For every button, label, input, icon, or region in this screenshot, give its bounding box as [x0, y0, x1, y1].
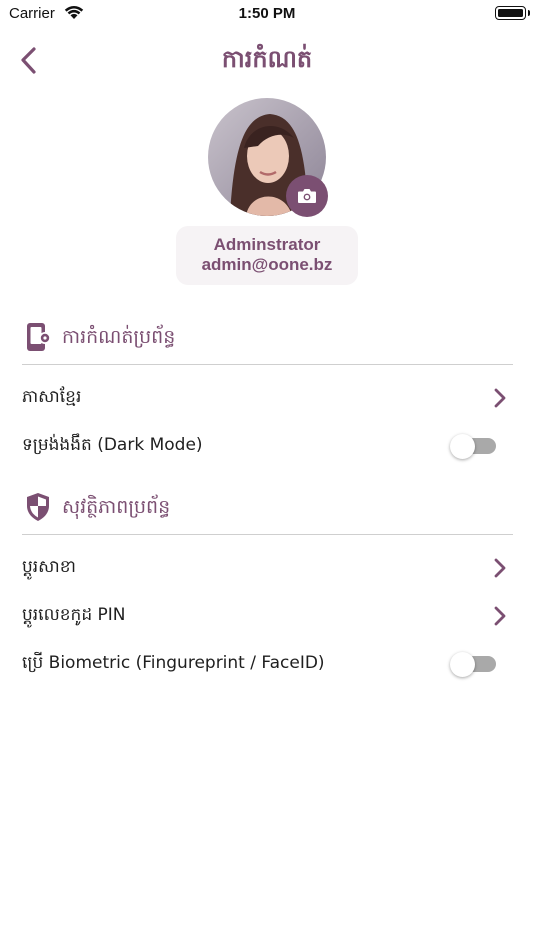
profile-name: Adminstrator	[213, 235, 321, 254]
dark-mode-row: ទម្រង់ងងឹត (Dark Mode)	[22, 426, 513, 466]
section-title: សុវត្ថិភាពប្រព័ន្ធ	[62, 496, 171, 518]
row-label: ប្តូរសាខា	[22, 557, 76, 577]
row-label: ទម្រង់ងងឹត (Dark Mode)	[22, 435, 203, 455]
navigation-bar: ការកំណត់	[0, 36, 534, 86]
biometric-row: ប្រើ Biometric (Fingureprint / FaceID)	[22, 644, 513, 684]
section-title: ការកំណត់ប្រព័ន្ធ	[62, 326, 176, 348]
section-header-system-settings: ការកំណត់ប្រព័ន្ធ	[22, 321, 513, 365]
profile-card: Adminstrator admin@oone.bz	[176, 226, 358, 285]
status-bar: Carrier 1:50 PM	[0, 0, 534, 28]
biometric-toggle[interactable]	[450, 652, 496, 677]
shield-icon	[27, 493, 49, 521]
chevron-right-icon	[494, 558, 506, 578]
battery-icon	[495, 6, 530, 20]
camera-icon	[298, 189, 316, 203]
profile-email: admin@oone.bz	[201, 255, 333, 274]
device-settings-icon	[27, 323, 51, 351]
row-label: ប្រើ Biometric (Fingureprint / FaceID)	[22, 653, 325, 673]
status-time: 1:50 PM	[238, 5, 296, 22]
change-pin-row[interactable]: ប្តូរលេខកូដ PIN	[22, 596, 513, 636]
row-label: ភាសាខ្មែរ	[22, 387, 82, 407]
section-header-system-security: សុវត្ថិភាពប្រព័ន្ធ	[22, 491, 513, 535]
dark-mode-toggle[interactable]	[450, 434, 496, 459]
page-title: ការកំណត់	[221, 45, 313, 73]
language-khmer-row[interactable]: ភាសាខ្មែរ	[22, 378, 513, 418]
avatar-container	[208, 98, 328, 217]
change-branch-row[interactable]: ប្តូរសាខា	[22, 548, 513, 588]
row-label: ប្តូរលេខកូដ PIN	[22, 605, 126, 625]
chevron-right-icon	[494, 388, 506, 408]
change-photo-button[interactable]	[286, 175, 328, 217]
chevron-right-icon	[494, 606, 506, 626]
